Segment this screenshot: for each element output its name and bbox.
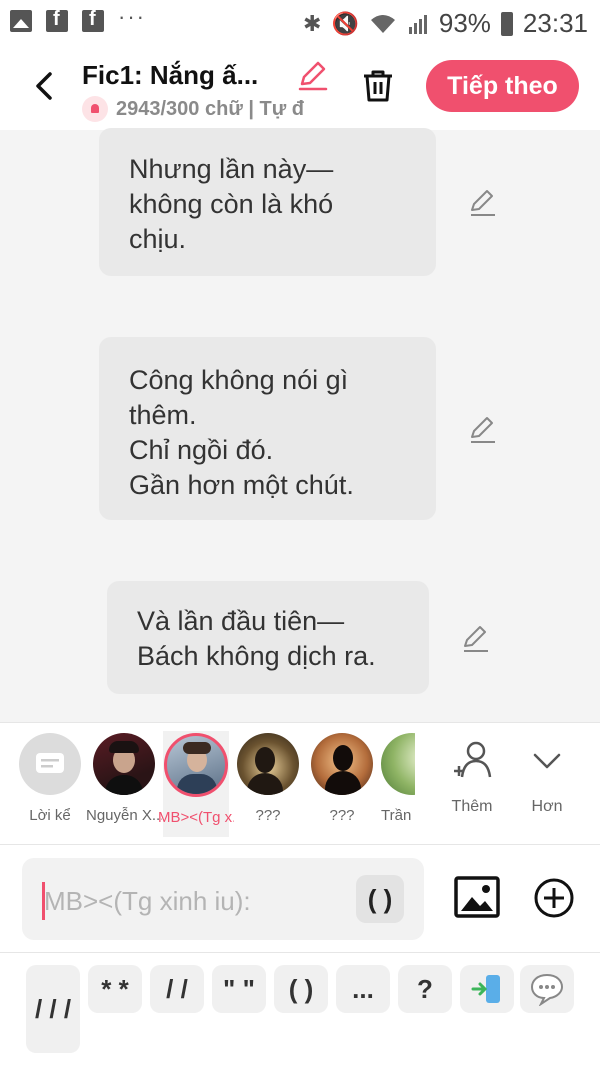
character-name: Nguyễn X... [86, 807, 162, 824]
message-line: Và lần đầu tiên— [137, 606, 345, 636]
message-bubble[interactable]: Công không nói gì thêm. Chỉ ngồi đó. Gần… [99, 337, 436, 520]
message-line: Bách không dịch ra. [137, 641, 376, 671]
edit-message-icon[interactable] [468, 414, 498, 444]
avatar [93, 733, 155, 795]
avatar [237, 733, 299, 795]
clock: 23:31 [522, 8, 588, 38]
message-bubble[interactable]: Nhưng lần này— không còn là khó chịu. [99, 128, 436, 276]
quick-key-slashes[interactable]: / / / [26, 965, 80, 1053]
story-title[interactable]: Fic1: Nắng ấ... [82, 60, 258, 91]
narration-icon [36, 753, 64, 773]
more-button[interactable]: Hơn [517, 737, 577, 816]
character-name: ??? [329, 807, 355, 824]
quick-key-enter-phone[interactable] [460, 965, 514, 1013]
mute-icon: 🔇 [331, 10, 359, 36]
add-person-icon [454, 741, 492, 778]
message-line: chịu. [129, 224, 187, 254]
character-narrator[interactable]: Lời kể [17, 733, 83, 824]
message-line: Chỉ ngồi đó. [129, 435, 274, 465]
status-bar: ··· ✱ 🔇 93% 23:31 [0, 0, 600, 48]
quick-key-question[interactable]: ? [398, 965, 452, 1013]
edit-title-icon[interactable] [296, 58, 330, 92]
avatar [164, 733, 228, 797]
bell-icon [82, 96, 108, 122]
more-notifications-icon: ··· [118, 4, 146, 29]
character-item[interactable]: Nguyễn X... [86, 733, 162, 824]
signal-icon [408, 14, 427, 34]
battery-percent: 93% [438, 8, 491, 38]
add-icon[interactable] [533, 877, 575, 919]
quick-key-parentheses[interactable]: ( ) [274, 965, 328, 1013]
quick-keys-bar: / / / * * / / " " ( ) ... ? [0, 952, 600, 1068]
character-name: Lời kể [29, 807, 71, 824]
phone-enter-icon [471, 975, 500, 1003]
message-line: thêm. [129, 400, 197, 430]
edit-message-icon[interactable] [461, 623, 491, 653]
quick-key-asterisks[interactable]: * * [88, 965, 142, 1013]
avatar [311, 733, 373, 795]
facebook-icon [82, 8, 104, 32]
character-selector: Lời kể Nguyễn X... MB><(Tg x... ??? ??? [0, 722, 600, 845]
word-count: 2943/300 chữ | Tự đ [116, 97, 304, 120]
message-line: Công không nói gì [129, 365, 349, 395]
image-icon[interactable] [454, 876, 500, 918]
gallery-icon [10, 10, 32, 32]
chat-bubble-icon [530, 973, 564, 1006]
message-bubble[interactable]: Và lần đầu tiên— Bách không dịch ra. [107, 581, 429, 694]
edit-message-icon[interactable] [468, 187, 498, 217]
parenthesis-button[interactable]: ( ) [356, 875, 404, 923]
next-button[interactable]: Tiếp theo [426, 60, 579, 112]
character-name: ??? [255, 807, 281, 824]
facebook-icon [46, 8, 68, 32]
avatar [381, 733, 415, 795]
quick-key-quotes[interactable]: " " [212, 965, 266, 1013]
character-item[interactable]: ??? [235, 733, 301, 824]
add-character-button[interactable]: Thêm [442, 737, 502, 816]
character-item[interactable]: ??? [309, 733, 375, 824]
quick-key-chat[interactable] [520, 965, 574, 1013]
quick-key-ellipsis[interactable]: ... [336, 965, 390, 1013]
message-line: Nhưng lần này— [129, 154, 334, 184]
input-area: MB><(Tg xinh iu): ( ) [0, 844, 600, 953]
character-name: Trần T [381, 807, 415, 824]
narrator-avatar [19, 733, 81, 795]
battery-icon [500, 11, 513, 36]
character-item[interactable]: Trần T [381, 733, 415, 824]
back-arrow-icon[interactable] [26, 66, 66, 106]
word-count-row: 2943/300 chữ | Tự đ [82, 96, 330, 122]
chevron-down-icon [533, 753, 561, 769]
message-line: không còn là khó [129, 189, 334, 219]
input-placeholder: MB><(Tg xinh iu): [44, 886, 251, 916]
character-name: MB><(Tg x... [158, 809, 234, 826]
wifi-icon [370, 14, 395, 33]
message-line: Gần hơn một chút. [129, 470, 354, 500]
message-input[interactable]: MB><(Tg xinh iu): ( ) [22, 858, 424, 940]
more-label: Hơn [531, 798, 563, 815]
quick-key-double-slash[interactable]: / / [150, 965, 204, 1013]
editor-header: Fic1: Nắng ấ... 2943/300 chữ | Tự đ Tiếp… [0, 48, 600, 130]
character-item-selected[interactable]: MB><(Tg x... [158, 731, 234, 837]
trash-icon[interactable] [358, 66, 398, 106]
add-character-label: Thêm [451, 798, 493, 815]
bluetooth-icon: ✱ [303, 10, 322, 36]
